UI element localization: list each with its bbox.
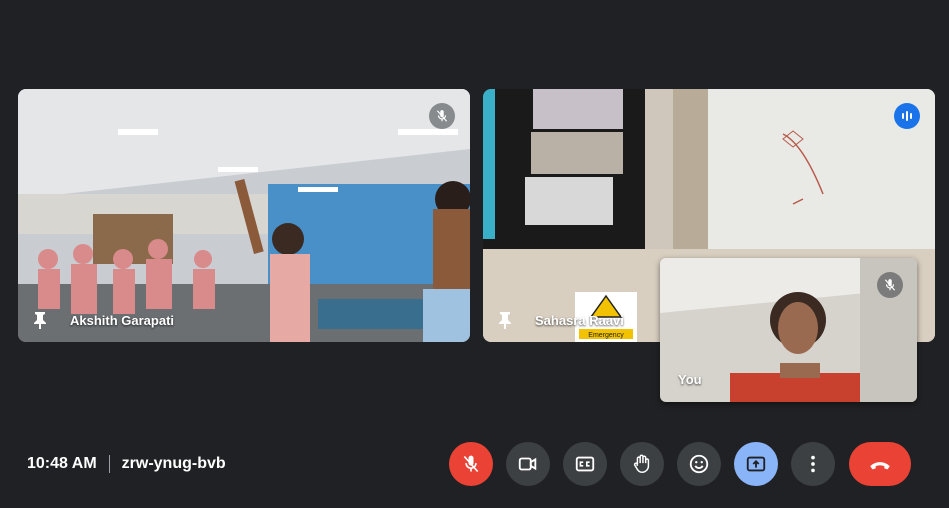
present-screen-icon	[746, 456, 766, 472]
clock-time: 10:48 AM	[27, 455, 97, 472]
raise-hand-button[interactable]	[620, 442, 664, 486]
pin-icon[interactable]	[497, 311, 513, 329]
participant-name: Sahasra Raavi	[535, 313, 624, 328]
present-screen-button[interactable]	[734, 442, 778, 486]
self-view-tile[interactable]: You	[660, 258, 917, 402]
captions-button[interactable]	[563, 442, 607, 486]
more-options-icon	[811, 455, 815, 473]
participant-name: Akshith Garapati	[70, 313, 175, 328]
emoji-reaction-button[interactable]	[677, 442, 721, 486]
meeting-info: 10:48 AM zrw-ynug-bvb	[27, 454, 226, 474]
mic-off-icon	[877, 272, 903, 298]
mic-off-icon	[429, 103, 455, 129]
video-feed-classroom	[18, 89, 470, 342]
leave-call-button[interactable]	[849, 442, 911, 486]
end-call-icon	[870, 462, 890, 470]
mic-off-icon	[463, 455, 479, 473]
captions-icon	[575, 456, 595, 472]
emergency-sign-text: Emergency	[588, 332, 624, 339]
mic-toggle-button[interactable]	[449, 442, 493, 486]
participant-tile-akshith[interactable]: Akshith Garapati	[18, 89, 470, 342]
raise-hand-icon	[633, 454, 650, 473]
camera-toggle-button[interactable]	[506, 442, 550, 486]
pin-icon[interactable]	[32, 311, 48, 329]
divider	[108, 455, 110, 473]
speaking-indicator-icon	[894, 103, 920, 129]
emoji-icon	[689, 454, 709, 474]
camera-icon	[518, 457, 537, 471]
meeting-code[interactable]: zrw-ynug-bvb	[122, 455, 226, 473]
self-name: You	[678, 372, 702, 387]
more-options-button[interactable]	[791, 442, 835, 486]
